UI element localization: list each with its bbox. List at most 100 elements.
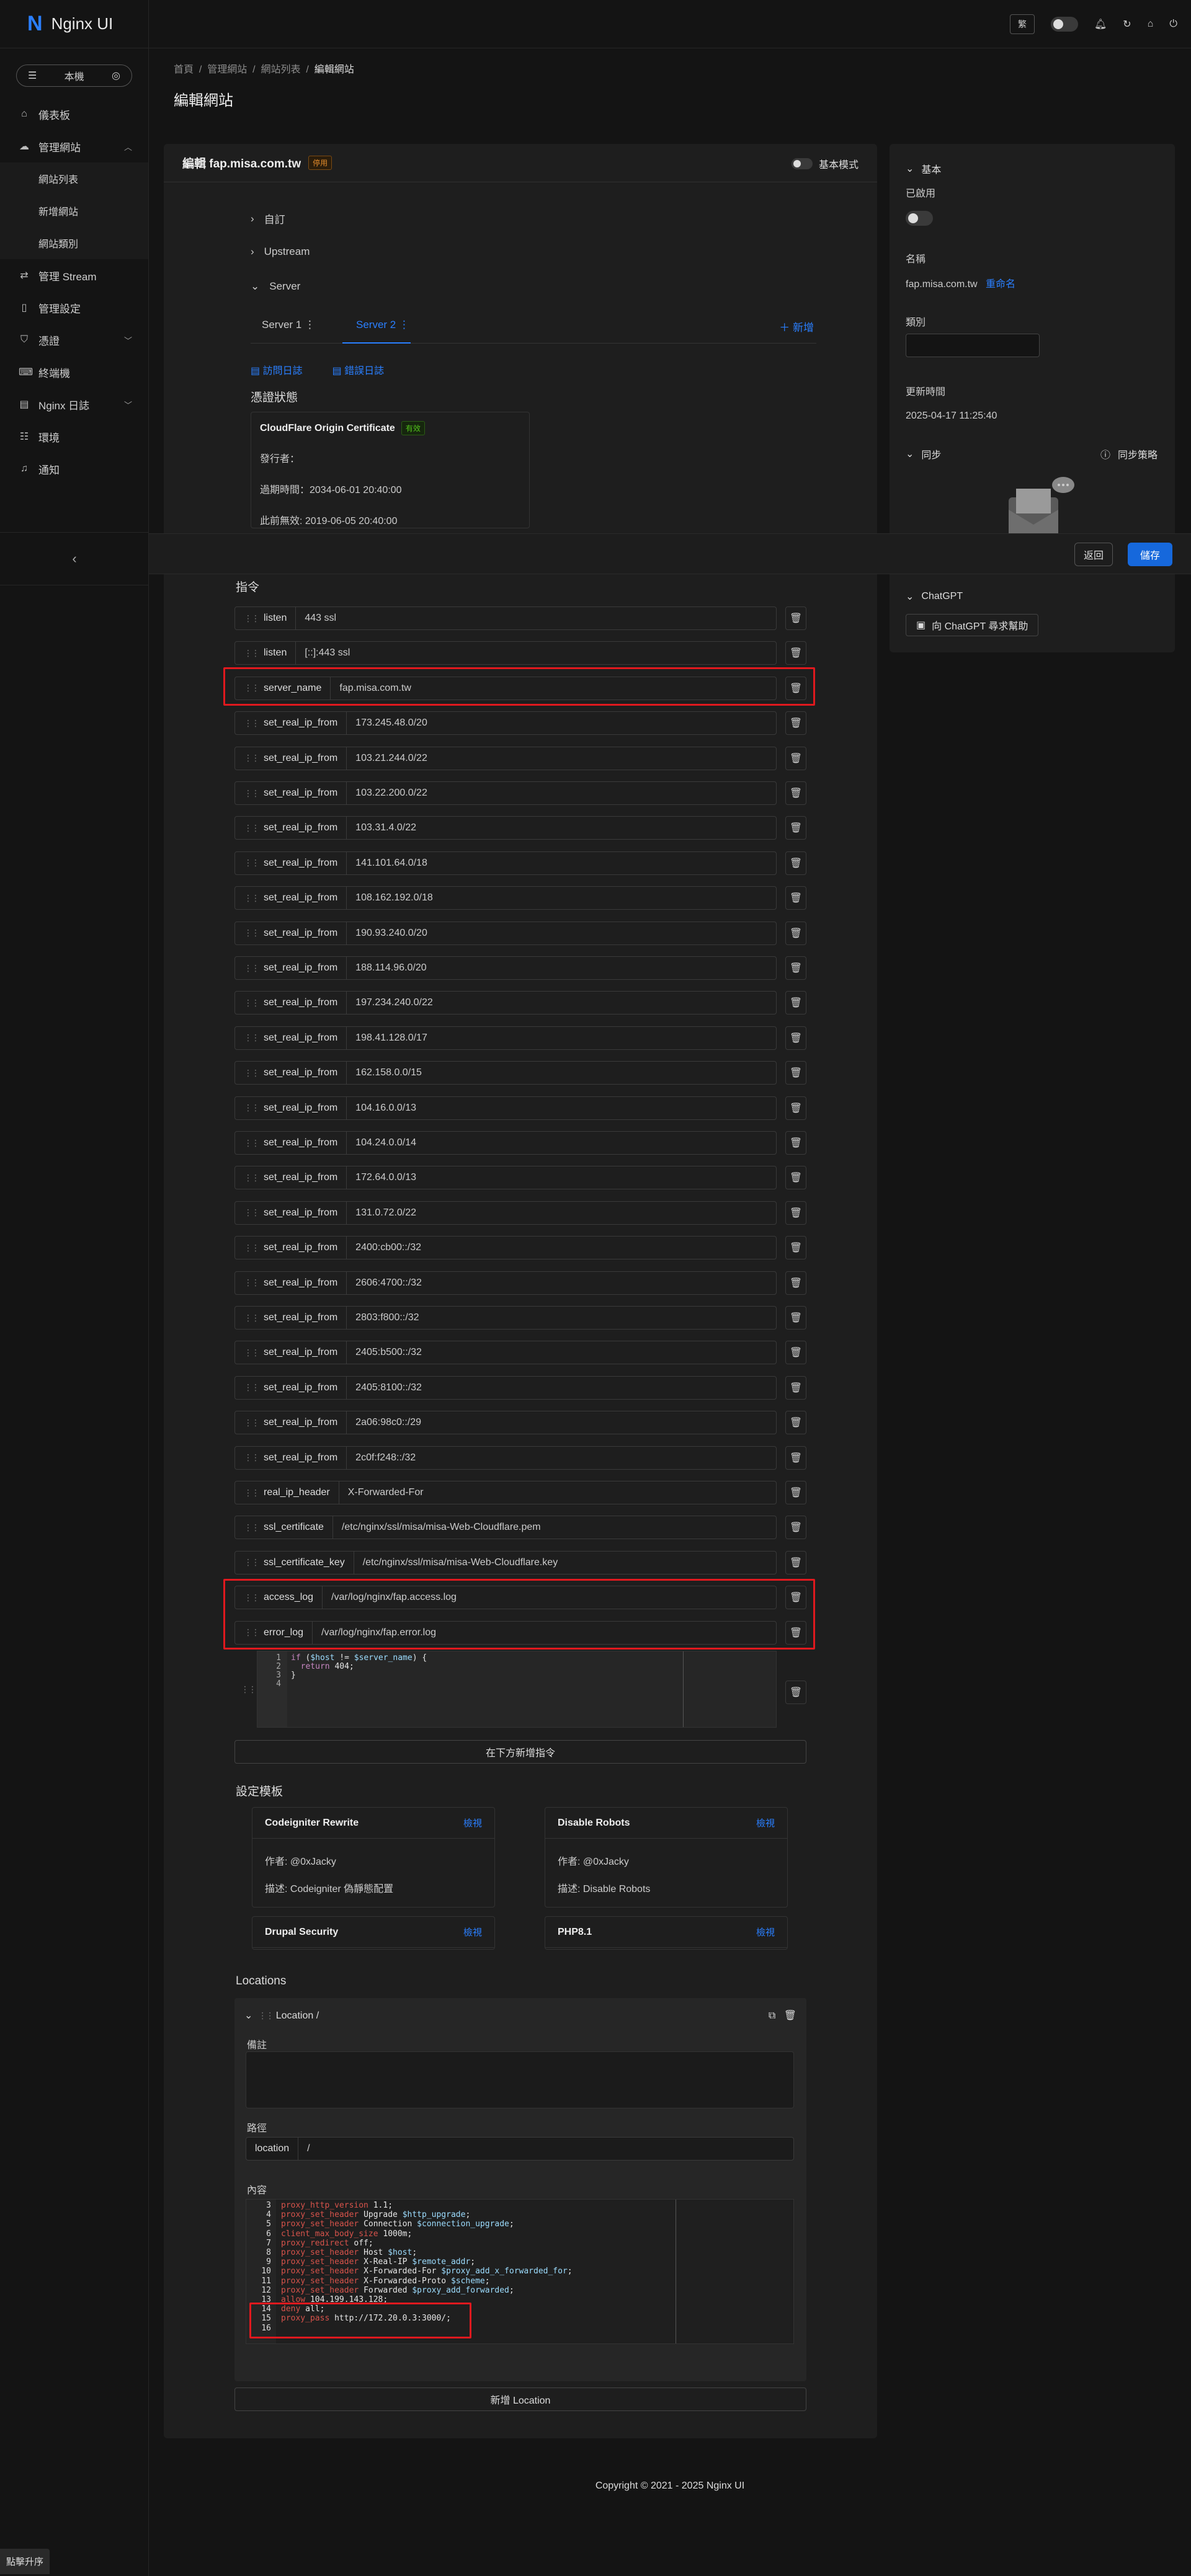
delete-button[interactable]: 🗑︎ [785, 1236, 806, 1260]
drag-handle-icon[interactable]: ⋮⋮ [244, 1207, 260, 1218]
app-logo[interactable]: N Nginx UI [0, 0, 148, 48]
view-link[interactable]: 檢視 [463, 1925, 482, 1939]
language-select[interactable]: 繁 [1009, 14, 1035, 34]
drag-handle-icon[interactable]: ⋮⋮ [244, 648, 260, 659]
directive-value[interactable]: 443 ssl [296, 613, 336, 624]
directive-input[interactable]: ⋮⋮ set_real_ip_from 103.22.200.0/22 [234, 781, 777, 805]
drag-handle-icon[interactable]: ⋮⋮ [244, 613, 260, 624]
directive-value[interactable]: 198.41.128.0/17 [347, 1033, 427, 1044]
delete-button[interactable]: 🗑︎ [785, 886, 806, 910]
delete-button[interactable]: 🗑︎ [785, 1375, 806, 1400]
delete-button[interactable]: 🗑︎ [785, 1201, 806, 1225]
directive-input[interactable]: ⋮⋮ set_real_ip_from 2405:b500::/32 [234, 1341, 777, 1365]
directive-value[interactable]: 103.31.4.0/22 [347, 822, 416, 833]
delete-button[interactable]: 🗑︎ [785, 851, 806, 875]
access-log-link[interactable]: ▤ 訪問日誌 [251, 362, 303, 377]
drag-handle-icon[interactable]: ⋮⋮ [244, 1243, 260, 1253]
delete-button[interactable]: 🗑︎ [785, 641, 806, 665]
drag-handle-icon[interactable]: ⋮⋮ [244, 823, 260, 833]
delete-button[interactable]: 🗑︎ [785, 1166, 806, 1190]
sidebar-item-site-list[interactable]: 網站列表 [0, 162, 148, 195]
directive-value[interactable]: /etc/nginx/ssl/misa/misa-Web-Cloudflare.… [333, 1522, 541, 1533]
sidebar-item-nginx-log[interactable]: ▤ Nginx 日誌 ﹀ [0, 388, 148, 420]
section-server[interactable]: ⌄ Server [251, 280, 300, 293]
directive-value[interactable]: 172.64.0.0/13 [347, 1172, 416, 1183]
sidebar-item-terminal[interactable]: ⌨ 終端機 [0, 356, 148, 388]
drag-handle-icon[interactable]: ⋮⋮ [244, 788, 260, 799]
section-upstream[interactable]: › Upstream [251, 246, 310, 258]
copy-icon[interactable]: ⧉ [769, 2010, 775, 2021]
drag-handle-icon[interactable]: ⋮⋮ [244, 1068, 260, 1078]
section-sync[interactable]: ⌄ 同步 [906, 446, 941, 461]
view-link[interactable]: 檢視 [756, 1925, 775, 1939]
drag-handle-icon[interactable]: ⋮⋮ [244, 893, 260, 904]
delete-button[interactable]: 🗑︎ [785, 1411, 806, 1435]
delete-button[interactable]: 🗑︎ [785, 1516, 806, 1540]
drag-handle-icon[interactable]: ⋮⋮ [244, 1452, 260, 1463]
drag-handle-icon[interactable]: ⋮⋮ [244, 1103, 260, 1113]
section-custom[interactable]: › 自訂 [251, 211, 285, 226]
directive-value[interactable]: 2a06:98c0::/29 [347, 1417, 421, 1428]
delete-button[interactable]: 🗑︎ [785, 1481, 806, 1504]
directive-value[interactable]: X-Forwarded-For [339, 1487, 424, 1498]
breadcrumb-home[interactable]: 首頁 [174, 64, 194, 75]
drag-handle-icon[interactable]: ⋮⋮ [244, 1348, 260, 1358]
directive-input[interactable]: ⋮⋮ set_real_ip_from 190.93.240.0/20 [234, 921, 777, 945]
directive-value[interactable]: 173.245.48.0/20 [347, 717, 427, 729]
view-link[interactable]: 檢視 [463, 1816, 482, 1829]
tab-server-2[interactable]: Server 2 ⋮ [356, 319, 409, 331]
delete-button[interactable]: 🗑︎ [785, 1026, 806, 1050]
drag-handle-icon[interactable]: ⋮⋮ [244, 1033, 260, 1043]
ask-chatgpt-button[interactable]: ▣ 向 ChatGPT 尋求幫助 [906, 614, 1039, 636]
collapse-sidebar-button[interactable]: ‹ [0, 532, 149, 585]
directive-input[interactable]: ⋮⋮ set_real_ip_from 2803:f800::/32 [234, 1306, 777, 1330]
trash-icon[interactable]: 🗑︎ [784, 2010, 796, 2021]
directive-input[interactable]: ⋮⋮ set_real_ip_from 2c0f:f248::/32 [234, 1446, 777, 1470]
directive-value[interactable]: /etc/nginx/ssl/misa/misa-Web-Cloudflare.… [354, 1557, 558, 1568]
directive-input[interactable]: ⋮⋮ set_real_ip_from 131.0.72.0/22 [234, 1201, 777, 1225]
directive-input[interactable]: ⋮⋮ set_real_ip_from 108.162.192.0/18 [234, 886, 777, 910]
path-input[interactable]: location / [246, 2137, 794, 2161]
directive-input[interactable]: ⋮⋮ set_real_ip_from 172.64.0.0/13 [234, 1166, 777, 1190]
directive-value[interactable]: 2c0f:f248::/32 [347, 1452, 416, 1463]
refresh-icon[interactable]: ↻ [1123, 18, 1131, 30]
directive-value[interactable]: [::]:443 ssl [296, 647, 350, 659]
delete-button[interactable]: 🗑︎ [785, 606, 806, 630]
drag-handle-icon[interactable]: ⋮⋮ [244, 718, 260, 729]
directive-value[interactable]: 2400:cb00::/32 [347, 1242, 421, 1253]
drag-handle-icon[interactable]: ⋮⋮ [244, 1488, 260, 1498]
bell-icon[interactable]: 🔔︎ [1094, 18, 1107, 30]
directive-value[interactable]: 104.24.0.0/14 [347, 1137, 416, 1148]
sidebar-item-stream[interactable]: ⇄ 管理 Stream [0, 259, 148, 291]
sidebar-item-manage-sites[interactable]: ☁ 管理網站 ︿ [0, 130, 148, 162]
sidebar-item-site-categories[interactable]: 網站類別 [0, 227, 148, 259]
delete-button[interactable]: 🗑︎ [785, 781, 806, 805]
drag-handle-icon[interactable]: ⋮⋮ [244, 1277, 260, 1288]
basic-mode-toggle[interactable] [791, 158, 813, 169]
drag-handle-icon[interactable]: ⋮⋮ [244, 858, 260, 868]
directive-input[interactable]: ⋮⋮ listen [::]:443 ssl [234, 641, 777, 665]
delete-button[interactable]: 🗑︎ [785, 1061, 806, 1085]
delete-button[interactable]: 🗑︎ [785, 1271, 806, 1295]
basic-mode-switch[interactable]: 基本模式 [791, 156, 859, 171]
delete-button[interactable]: 🗑︎ [785, 1550, 806, 1574]
directive-value[interactable]: 162.158.0.0/15 [347, 1067, 422, 1078]
delete-button[interactable]: 🗑︎ [785, 1096, 806, 1120]
section-basic[interactable]: ⌄ 基本 [906, 161, 941, 176]
directive-value[interactable]: 2803:f800::/32 [347, 1312, 419, 1323]
drag-handle-icon[interactable]: ⋮⋮ [244, 963, 260, 974]
delete-button[interactable]: 🗑︎ [785, 816, 806, 840]
environment-select[interactable]: ☰ 本機 ◎ [16, 64, 132, 87]
directive-value[interactable]: 188.114.96.0/20 [347, 962, 426, 974]
sidebar-item-certificates[interactable]: ⛉ 憑證 ﹀ [0, 324, 148, 356]
drag-handle-icon[interactable]: ⋮⋮ [244, 1557, 260, 1568]
delete-button[interactable]: 🗑︎ [785, 991, 806, 1015]
view-link[interactable]: 檢視 [756, 1816, 775, 1829]
directive-value[interactable]: 141.101.64.0/18 [347, 858, 427, 869]
rename-link[interactable]: 重命名 [986, 279, 1015, 290]
directive-input[interactable]: ⋮⋮ set_real_ip_from 103.21.244.0/22 [234, 746, 777, 770]
home-icon[interactable]: ⌂ [1148, 19, 1154, 30]
directive-value[interactable]: 2606:4700::/32 [347, 1277, 422, 1289]
directive-input[interactable]: ⋮⋮ set_real_ip_from 2606:4700::/32 [234, 1271, 777, 1295]
drag-handle-icon[interactable]: ⋮⋮ [244, 1313, 260, 1323]
